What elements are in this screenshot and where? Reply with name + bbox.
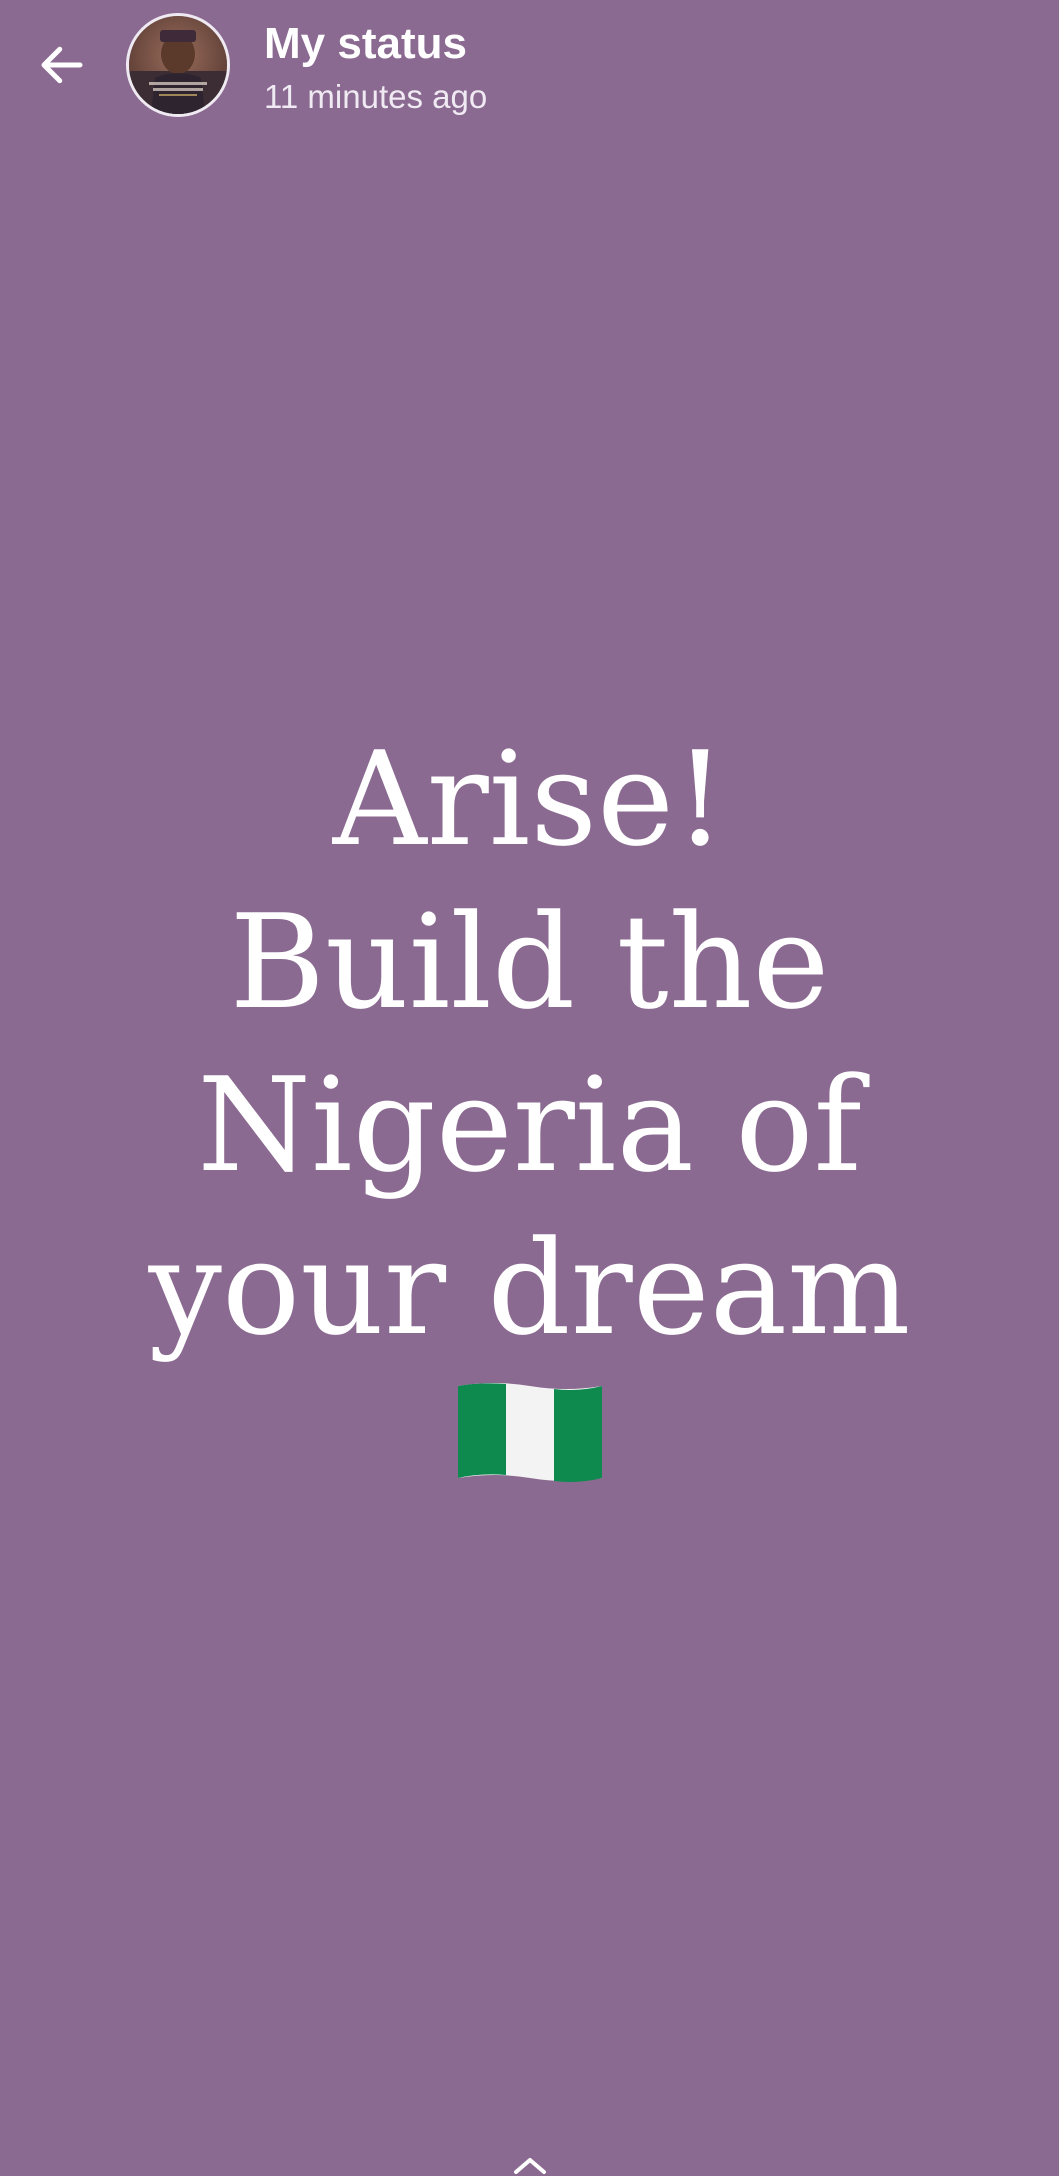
status-line-2: Build the: [229, 886, 830, 1038]
status-viewer: My status 11 minutes ago Arise! Build th…: [0, 0, 1059, 2176]
status-owner-title: My status: [264, 19, 467, 68]
back-button[interactable]: [22, 22, 102, 108]
nigeria-flag-icon: [457, 1383, 602, 1482]
status-line-3: Nigeria of: [197, 1049, 862, 1201]
status-text-content: Arise! Build the Nigeria of your dream: [0, 718, 1059, 1498]
status-line-4: your dream: [148, 1212, 911, 1364]
status-line-1: Arise!: [332, 723, 727, 875]
avatar[interactable]: [126, 13, 230, 117]
reply-chevron-icon[interactable]: [508, 2150, 552, 2176]
status-header: My status 11 minutes ago: [0, 0, 1059, 130]
status-timestamp: 11 minutes ago: [264, 78, 488, 115]
avatar-image: [129, 16, 227, 114]
arrow-left-icon: [41, 46, 83, 84]
